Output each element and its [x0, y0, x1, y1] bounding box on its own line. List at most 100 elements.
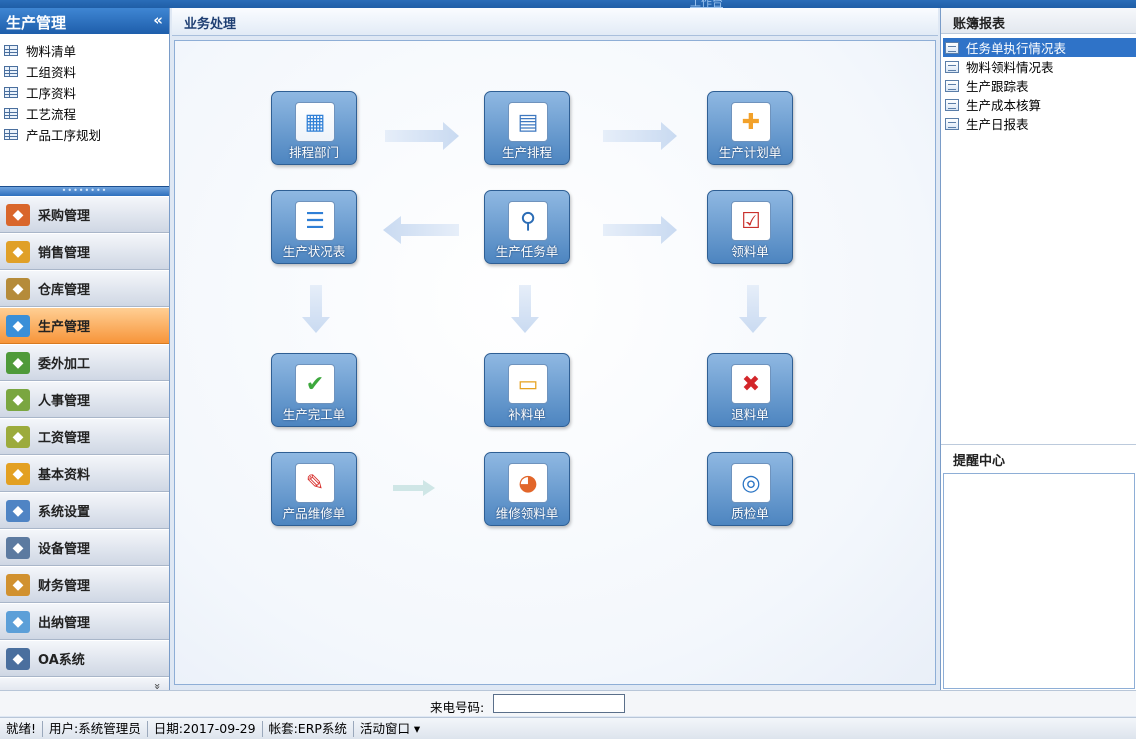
- tile-label: 生产排程: [501, 145, 552, 160]
- inspection-icon: ◎: [731, 463, 771, 503]
- shopping-icon: ◆: [6, 203, 30, 226]
- more-modules-icon[interactable]: »: [151, 683, 164, 690]
- tile-label: 领料单: [731, 244, 769, 259]
- module-label: 财务管理: [38, 579, 91, 594]
- equipment-icon: ◆: [6, 536, 30, 559]
- collapse-icon[interactable]: «: [153, 11, 163, 29]
- reminder-title: 提醒中心: [941, 445, 1136, 471]
- status-ready: 就绪!: [0, 720, 44, 737]
- sub-item-label: 工组资料: [26, 65, 77, 80]
- org-chart-icon: ▦: [295, 102, 335, 142]
- pie-chart-icon: ◕: [508, 463, 548, 503]
- module-label: 工资管理: [38, 431, 91, 446]
- module-button-9[interactable]: ◆ 设备管理: [0, 530, 169, 566]
- tile-completion[interactable]: ✔ 生产完工单: [271, 353, 357, 427]
- status-date: 日期:2017-09-29: [148, 720, 263, 737]
- finance-icon: ◆: [6, 573, 30, 596]
- tile-label: 生产任务单: [495, 244, 559, 259]
- sub-item-label: 物料清单: [26, 44, 77, 59]
- tile-production-task[interactable]: ⚲ 生产任务单: [484, 190, 570, 264]
- module-button-0[interactable]: ◆ 采购管理: [0, 197, 169, 233]
- sales-icon: ◆: [6, 240, 30, 263]
- arrow-down: [739, 285, 767, 333]
- report-label: 任务单执行情况表: [966, 41, 1067, 56]
- caller-id-input[interactable]: [493, 694, 625, 713]
- tile-material-requisition[interactable]: ☑ 领料单: [707, 190, 793, 264]
- tile-product-repair[interactable]: ✎ 产品维修单: [271, 452, 357, 526]
- reminder-list[interactable]: [943, 473, 1135, 689]
- table-icon: [4, 45, 18, 56]
- report-icon: [945, 79, 959, 92]
- arrow-down: [511, 285, 539, 333]
- caller-id-label: 来电号码:: [430, 700, 485, 715]
- tile-label: 产品维修单: [282, 506, 346, 521]
- arrow-right: [393, 480, 435, 496]
- module-header: 生产管理 «: [0, 8, 169, 34]
- tile-label: 生产计划单: [718, 145, 782, 160]
- module-button-2[interactable]: ◆ 仓库管理: [0, 271, 169, 307]
- report-icon: [945, 98, 959, 111]
- workflow-canvas: ▦ 排程部门 ▤ 生产排程 ✚ 生产计划单 ☰ 生产状况表 ⚲ 生产任务单 ☑ …: [174, 40, 936, 685]
- arrow-down: [302, 285, 330, 333]
- sub-item-product-process-plan[interactable]: 产品工序规划: [0, 124, 169, 145]
- module-button-1[interactable]: ◆ 销售管理: [0, 234, 169, 270]
- module-button-5[interactable]: ◆ 人事管理: [0, 382, 169, 418]
- module-button-11[interactable]: ◆ 出纳管理: [0, 604, 169, 640]
- tile-return-material[interactable]: ✖ 退料单: [707, 353, 793, 427]
- report-item[interactable]: 任务单执行情况表: [943, 38, 1136, 57]
- tile-schedule-dept[interactable]: ▦ 排程部门: [271, 91, 357, 165]
- salary-icon: ◆: [6, 425, 30, 448]
- report-icon: [945, 60, 959, 73]
- module-button-6[interactable]: ◆ 工资管理: [0, 419, 169, 455]
- module-title: 生产管理: [6, 14, 67, 32]
- tile-production-plan[interactable]: ✚ 生产计划单: [707, 91, 793, 165]
- report-item[interactable]: 生产跟踪表: [943, 76, 1136, 95]
- sub-item-process[interactable]: 工序资料: [0, 82, 169, 103]
- arrow-right: [603, 122, 677, 150]
- supplement-icon: ▭: [508, 364, 548, 404]
- sub-item-bom[interactable]: 物料清单: [0, 40, 169, 61]
- tile-supplement[interactable]: ▭ 补料单: [484, 353, 570, 427]
- module-label: 出纳管理: [38, 616, 91, 631]
- table-icon: [4, 66, 18, 77]
- status-report-icon: ☰: [295, 201, 335, 241]
- tile-quality-inspection[interactable]: ◎ 质检单: [707, 452, 793, 526]
- arrow-right: [603, 216, 677, 244]
- tile-repair-requisition[interactable]: ◕ 维修领料单: [484, 452, 570, 526]
- report-label: 生产成本核算: [966, 98, 1042, 113]
- module-label: 委外加工: [38, 357, 91, 372]
- module-button-10[interactable]: ◆ 财务管理: [0, 567, 169, 603]
- sub-item-workflow[interactable]: 工艺流程: [0, 103, 169, 124]
- production-icon: ◆: [6, 314, 30, 337]
- sub-item-work-group[interactable]: 工组资料: [0, 61, 169, 82]
- panel-splitter[interactable]: ••••••••: [0, 186, 169, 196]
- sub-item-label: 产品工序规划: [26, 128, 102, 143]
- report-item[interactable]: 生产成本核算: [943, 95, 1136, 114]
- report-item[interactable]: 生产日报表: [943, 114, 1136, 133]
- module-label: 设备管理: [38, 542, 91, 557]
- oa-icon: ◆: [6, 647, 30, 670]
- sub-item-label: 工序资料: [26, 86, 77, 101]
- right-panel: 账簿报表 任务单执行情况表 物料领料情况表 生产跟踪表 生产成本核算 生产日报表…: [940, 8, 1136, 690]
- tile-production-schedule[interactable]: ▤ 生产排程: [484, 91, 570, 165]
- tile-label: 生产完工单: [282, 407, 346, 422]
- settings-icon: ◆: [6, 499, 30, 522]
- module-button-3[interactable]: ◆ 生产管理: [0, 308, 169, 344]
- module-button-8[interactable]: ◆ 系统设置: [0, 493, 169, 529]
- module-button-12[interactable]: ◆ OA系统: [0, 641, 169, 677]
- status-account: 帐套:ERP系统: [263, 720, 354, 737]
- active-window-dropdown[interactable]: 活动窗口 ▾: [354, 721, 426, 737]
- tile-production-status[interactable]: ☰ 生产状况表: [271, 190, 357, 264]
- tile-label: 生产状况表: [282, 244, 346, 259]
- report-icon: [945, 117, 959, 130]
- report-label: 物料领料情况表: [966, 60, 1054, 75]
- report-label: 生产日报表: [966, 117, 1029, 132]
- report-item[interactable]: 物料领料情况表: [943, 57, 1136, 76]
- module-label: 基本资料: [38, 468, 91, 483]
- arrow-left: [383, 216, 459, 244]
- plan-add-icon: ✚: [731, 102, 771, 142]
- module-button-4[interactable]: ◆ 委外加工: [0, 345, 169, 381]
- module-button-7[interactable]: ◆ 基本资料: [0, 456, 169, 492]
- reminder-center: 提醒中心: [941, 444, 1136, 690]
- left-nav-panel: 生产管理 « 物料清单 工组资料 工序资料 工艺流程 产品工序规划 ••••••…: [0, 8, 170, 704]
